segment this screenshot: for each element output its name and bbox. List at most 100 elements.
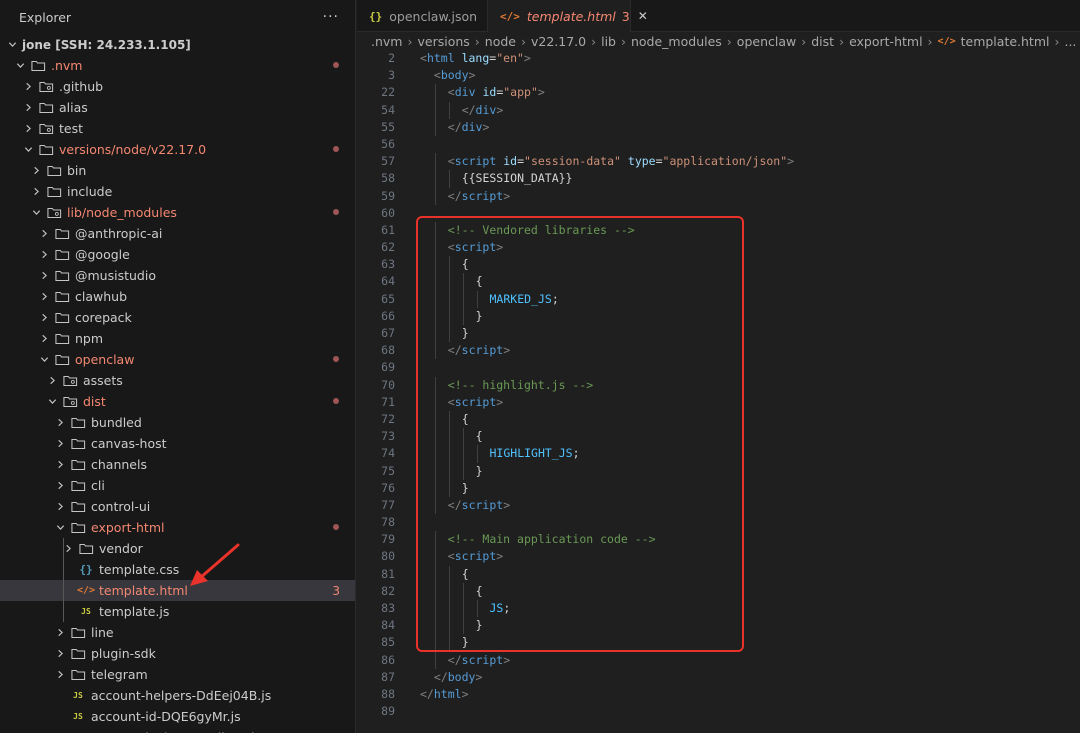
chevron-right-icon[interactable] (54, 627, 66, 639)
tree-item[interactable]: </> template.html 3 (0, 580, 355, 601)
tree-item[interactable]: clawhub (0, 286, 355, 307)
tree-item[interactable]: JSaccount-lookup-CO8liXYe.js (0, 727, 355, 733)
tree-item-label: cli (91, 478, 105, 493)
chevron-right-icon[interactable] (38, 291, 50, 303)
chevron-down-icon[interactable] (46, 396, 58, 408)
tree-item[interactable]: {} template.css (0, 559, 355, 580)
tree-item-label: .github (59, 79, 104, 94)
chevron-right-icon[interactable] (54, 480, 66, 492)
tree-item[interactable]: test (0, 118, 355, 139)
code-token: = (517, 154, 525, 169)
breadcrumb-item[interactable]: versions (417, 34, 469, 49)
modified-dot (333, 398, 339, 404)
tree-item[interactable]: plugin-sdk (0, 643, 355, 664)
tree-item[interactable]: .nvm (0, 55, 355, 76)
chevron-right-icon[interactable] (54, 459, 66, 471)
breadcrumb-item[interactable]: template.html (961, 34, 1050, 49)
code-token: > (468, 68, 476, 83)
tree-item[interactable]: channels (0, 454, 355, 475)
tree-item[interactable]: versions/node/v22.17.0 (0, 139, 355, 160)
css-file-icon: {} (79, 563, 93, 576)
tree-item[interactable]: dist (0, 391, 355, 412)
chevron-right-icon[interactable] (22, 81, 34, 93)
folder-icon (54, 332, 70, 346)
indent-guide (434, 84, 436, 102)
chevron-right-icon[interactable] (54, 438, 66, 450)
line-number: 86 (381, 652, 395, 667)
line-number: 88 (381, 686, 395, 701)
tree-item[interactable]: assets (0, 370, 355, 391)
chevron-right-icon[interactable] (30, 165, 42, 177)
tree-item[interactable]: control-ui (0, 496, 355, 517)
tree-item[interactable]: .github (0, 76, 355, 97)
chevron-right-icon[interactable] (38, 333, 50, 345)
tree-item[interactable]: JS account-helpers-DdEej04B.js (0, 685, 355, 706)
breadcrumb-item[interactable]: ... (1064, 34, 1076, 49)
tree-item[interactable]: export-html (0, 517, 355, 538)
code-token: div (475, 102, 497, 117)
chevron-right-icon[interactable] (38, 312, 50, 324)
tree-item[interactable]: @anthropic-ai (0, 223, 355, 244)
tree-item[interactable]: npm (0, 328, 355, 349)
breadcrumb-item[interactable]: export-html (849, 34, 922, 49)
breadcrumb-item[interactable]: node_modules (631, 34, 722, 49)
chevron-down-icon[interactable] (54, 522, 66, 534)
tree-item[interactable]: jone [SSH: 24.233.1.105] (0, 34, 355, 55)
breadcrumb-item[interactable]: .nvm (371, 34, 402, 49)
chevron-right-icon[interactable] (54, 648, 66, 660)
chevron-right-icon[interactable] (30, 186, 42, 198)
chevron-down-icon[interactable] (6, 39, 18, 51)
breadcrumb-item[interactable]: openclaw (737, 34, 796, 49)
breadcrumb-item[interactable]: v22.17.0 (531, 34, 586, 49)
chevron-down-icon[interactable] (22, 144, 34, 156)
tree-item[interactable]: alias (0, 97, 355, 118)
line-number: 3 (388, 68, 395, 83)
chevron-right-icon[interactable] (54, 417, 66, 429)
chevron-down-icon[interactable] (14, 60, 26, 72)
tree-item[interactable]: lib/node_modules (0, 202, 355, 223)
breadcrumb-item[interactable]: dist (811, 34, 834, 49)
close-icon[interactable]: ✕ (638, 9, 648, 23)
tree-item[interactable]: @google (0, 244, 355, 265)
more-actions-icon[interactable]: ··· (323, 9, 339, 25)
line-number: 59 (381, 188, 395, 203)
tree-item[interactable]: JS template.js (0, 601, 355, 622)
tab-template-html[interactable]: </> template.html 3 ✕ (488, 0, 648, 32)
line-number: 65 (381, 291, 395, 306)
tree-item-label: bundled (91, 415, 142, 430)
tree-item-label: alias (59, 100, 88, 115)
tree-item[interactable]: openclaw (0, 349, 355, 370)
tree-item[interactable]: bin (0, 160, 355, 181)
tree-item[interactable]: vendor (0, 538, 355, 559)
chevron-right-icon[interactable] (22, 102, 34, 114)
breadcrumb-item[interactable]: node (485, 34, 516, 49)
tree-item[interactable]: @musistudio (0, 265, 355, 286)
chevron-right-icon[interactable] (38, 249, 50, 261)
chevron-right-icon[interactable] (54, 501, 66, 513)
code-token: > (496, 102, 504, 117)
tree-item[interactable]: line (0, 622, 355, 643)
tree-item-label: jone [SSH: 24.233.1.105] (22, 37, 191, 52)
tab-openclaw-json[interactable]: {} openclaw.json (357, 0, 488, 32)
html-file-icon: </> (500, 9, 520, 23)
chevron-down-icon[interactable] (38, 354, 50, 366)
chevron-down-icon[interactable] (30, 207, 42, 219)
chevron-right-icon[interactable] (38, 228, 50, 240)
line-number: 78 (381, 515, 395, 530)
tree-item[interactable]: corepack (0, 307, 355, 328)
chevron-right-icon[interactable] (46, 375, 58, 387)
chevron-right-icon[interactable] (54, 669, 66, 681)
tree-item-label: bin (67, 163, 87, 178)
breadcrumb-item[interactable]: lib (601, 34, 616, 49)
chevron-right-icon[interactable] (38, 270, 50, 282)
tree-item[interactable]: canvas-host (0, 433, 355, 454)
tree-item[interactable]: cli (0, 475, 355, 496)
tree-item[interactable]: bundled (0, 412, 355, 433)
tree-item[interactable]: include (0, 181, 355, 202)
indent-guide (63, 559, 64, 580)
tree-item[interactable]: JS account-id-DQE6gyMr.js (0, 706, 355, 727)
tree-item[interactable]: telegram (0, 664, 355, 685)
tree-item-label: corepack (75, 310, 132, 325)
chevron-right-icon[interactable] (22, 123, 34, 135)
js-file-icon: JS (73, 712, 83, 721)
